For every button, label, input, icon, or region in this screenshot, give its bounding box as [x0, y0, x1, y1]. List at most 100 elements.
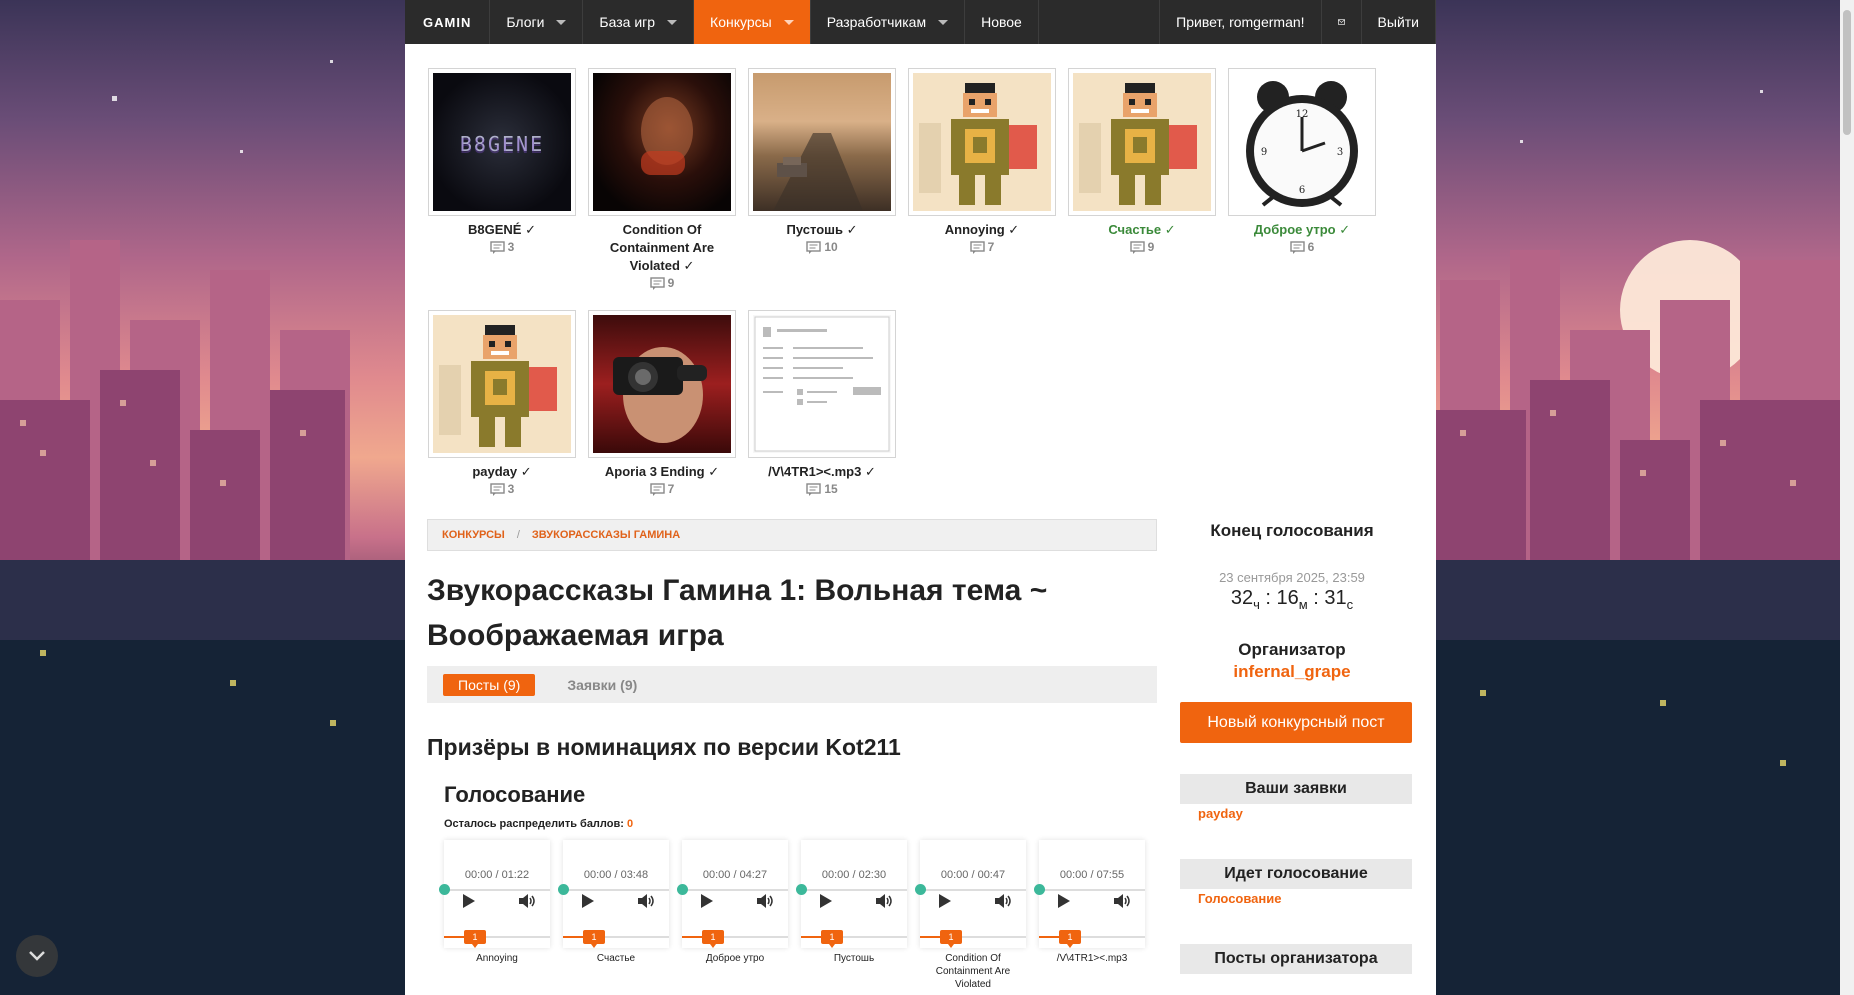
- comment-icon: [969, 240, 985, 254]
- entry-comments[interactable]: 10: [747, 240, 897, 254]
- play-icon[interactable]: [700, 893, 714, 909]
- entry-card[interactable]: /V\4TR1><.mp3 ✓ 15: [747, 310, 897, 496]
- countdown-seconds-unit: с: [1346, 597, 1354, 612]
- your-application-link[interactable]: payday: [1198, 806, 1243, 821]
- entry-card[interactable]: B8GENE B8GENE B8GENÉ ✓ 3: [427, 68, 577, 254]
- audio-player: 00:00 / 04:27 1: [677, 840, 788, 948]
- play-icon[interactable]: [1057, 893, 1071, 909]
- entry-thumbnail[interactable]: [1068, 68, 1216, 216]
- seek-handle[interactable]: [558, 884, 569, 895]
- chevron-down-icon: [667, 19, 678, 25]
- seek-bar[interactable]: [677, 884, 788, 895]
- points-slider-handle[interactable]: 1: [464, 930, 486, 948]
- entry-card[interactable]: Aporia 3 Ending ✓ 7: [587, 310, 737, 496]
- organizer-link[interactable]: infernal_grape: [1172, 662, 1412, 682]
- points-slider-handle[interactable]: 1: [821, 930, 843, 948]
- play-icon[interactable]: [819, 893, 833, 909]
- entry-title[interactable]: payday ✓: [427, 463, 577, 481]
- entry-thumbnail[interactable]: 12 3 6 9: [1228, 68, 1376, 216]
- seek-handle[interactable]: [439, 884, 450, 895]
- seek-bar[interactable]: [439, 884, 550, 895]
- track-name: /V\4TR1><.mp3: [1056, 953, 1128, 964]
- volume-icon[interactable]: [994, 893, 1012, 909]
- countdown-hours: 32: [1230, 587, 1254, 609]
- audio-player: 00:00 / 02:30 1: [796, 840, 907, 948]
- nav-contests[interactable]: Конкурсы: [694, 0, 811, 44]
- entry-title[interactable]: Доброе утро ✓: [1227, 221, 1377, 239]
- points-slider-handle[interactable]: 1: [1059, 930, 1081, 948]
- seek-bar[interactable]: [915, 884, 1026, 895]
- nav-blogs[interactable]: Блоги: [490, 0, 584, 44]
- entry-title[interactable]: Aporia 3 Ending ✓: [587, 463, 737, 481]
- tab-applications[interactable]: Заявки (9): [567, 677, 637, 693]
- entry-thumbnail[interactable]: [588, 68, 736, 216]
- entry-title[interactable]: /V\4TR1><.mp3 ✓: [747, 463, 897, 481]
- entry-card[interactable]: Condition Of Containment Are Violated ✓ …: [587, 68, 737, 290]
- nav-developers[interactable]: Разработчикам: [811, 0, 966, 44]
- volume-icon[interactable]: [518, 893, 536, 909]
- entry-comments[interactable]: 3: [427, 240, 577, 254]
- points-slider-handle[interactable]: 1: [583, 930, 605, 948]
- seek-bar[interactable]: [1034, 884, 1145, 895]
- play-icon[interactable]: [938, 893, 952, 909]
- entry-title[interactable]: Condition Of Containment Are Violated ✓: [587, 221, 737, 275]
- voting-link[interactable]: Голосование: [1198, 891, 1282, 906]
- tab-posts[interactable]: Посты (9): [443, 673, 536, 696]
- volume-icon[interactable]: [1113, 893, 1131, 909]
- track-time: 00:00 / 04:27: [702, 869, 768, 881]
- seek-handle[interactable]: [677, 884, 688, 895]
- breadcrumb-current-contest-link[interactable]: Звукорассказы Гамина: [532, 529, 680, 541]
- nav-game-base[interactable]: База игр: [583, 0, 695, 44]
- entry-card[interactable]: payday ✓ 3: [427, 310, 577, 496]
- entry-thumbnail[interactable]: [748, 68, 896, 216]
- entry-comments[interactable]: 7: [587, 482, 737, 496]
- entry-title[interactable]: Annoying ✓: [907, 221, 1057, 239]
- points-slider-handle[interactable]: 1: [702, 930, 724, 948]
- entry-title[interactable]: Пустошь ✓: [747, 221, 897, 239]
- entry-comments[interactable]: 6: [1227, 240, 1377, 254]
- track-name: Condition Of Containment Are Violated: [935, 953, 1011, 990]
- entry-comments[interactable]: 15: [747, 482, 897, 496]
- entry-card[interactable]: 12 3 6 9 Доброе утро ✓ 6: [1227, 68, 1377, 254]
- seek-bar[interactable]: [558, 884, 669, 895]
- entry-comments[interactable]: 9: [587, 276, 737, 290]
- user-greeting[interactable]: Привет, romgerman!: [1160, 0, 1322, 44]
- seek-bar[interactable]: [796, 884, 907, 895]
- entry-comments[interactable]: 3: [427, 482, 577, 496]
- entry-card[interactable]: Счастье ✓ 9: [1067, 68, 1217, 254]
- volume-icon[interactable]: [875, 893, 893, 909]
- seek-handle[interactable]: [796, 884, 807, 895]
- entry-card[interactable]: Annoying ✓ 7: [907, 68, 1057, 254]
- scroll-down-button[interactable]: [16, 935, 58, 977]
- points-slider-handle[interactable]: 1: [940, 930, 962, 948]
- entry-card[interactable]: Пустошь ✓ 10: [747, 68, 897, 254]
- entry-thumbnail[interactable]: [588, 310, 736, 458]
- play-icon[interactable]: [462, 893, 476, 909]
- points-slider-fill: [801, 936, 823, 938]
- entry-thumbnail[interactable]: [908, 68, 1056, 216]
- site-logo[interactable]: GAMIN: [405, 0, 491, 44]
- entry-title[interactable]: B8GENÉ ✓: [427, 221, 577, 239]
- track-name: Annoying: [476, 953, 518, 964]
- entry-comments[interactable]: 9: [1067, 240, 1217, 254]
- entry-thumbnail[interactable]: [748, 310, 896, 458]
- entry-title[interactable]: Счастье ✓: [1067, 221, 1217, 239]
- nav-new[interactable]: Новое: [965, 0, 1039, 44]
- entry-thumbnail[interactable]: B8GENE B8GENE: [428, 68, 576, 216]
- breadcrumb-contests-link[interactable]: Конкурсы: [442, 529, 505, 541]
- comment-icon: [1289, 240, 1305, 254]
- entry-thumbnail[interactable]: [428, 310, 576, 458]
- volume-icon[interactable]: [637, 893, 655, 909]
- scrollbar-thumb[interactable]: [1843, 10, 1851, 135]
- entry-comments[interactable]: 7: [907, 240, 1057, 254]
- messages-button[interactable]: [1322, 0, 1362, 44]
- remaining-points: Осталось распределить баллов: 0: [444, 818, 633, 830]
- logout-link[interactable]: Выйти: [1362, 0, 1436, 44]
- seek-handle[interactable]: [915, 884, 926, 895]
- seek-handle[interactable]: [1034, 884, 1045, 895]
- chevron-down-icon: [29, 951, 45, 961]
- new-contest-post-button[interactable]: Новый конкурсный пост: [1180, 702, 1412, 743]
- volume-icon[interactable]: [756, 893, 774, 909]
- page-scrollbar[interactable]: [1840, 0, 1854, 995]
- play-icon[interactable]: [581, 893, 595, 909]
